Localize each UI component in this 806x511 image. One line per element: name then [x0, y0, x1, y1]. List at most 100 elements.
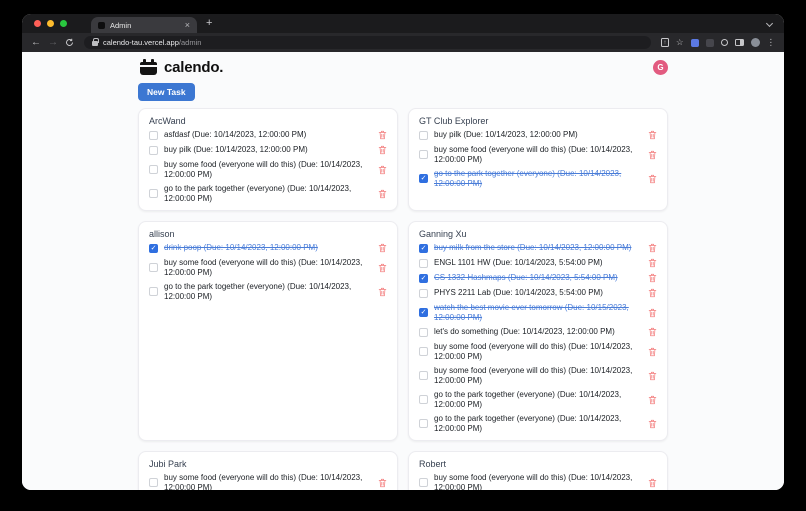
browser-profile-avatar[interactable]: [751, 38, 760, 47]
task-label: buy some food (everyone will do this) (D…: [164, 258, 368, 277]
delete-task-button[interactable]: [648, 288, 657, 298]
delete-task-button[interactable]: [648, 273, 657, 283]
shield-extension-icon[interactable]: [721, 39, 728, 46]
task-checkbox[interactable]: [149, 189, 158, 198]
zoom-window-button[interactable]: [60, 20, 67, 27]
task-checkbox[interactable]: [419, 419, 428, 428]
user-task-card: Robert buy some food (everyone will do t…: [408, 451, 668, 490]
task-checkbox[interactable]: ✓: [419, 274, 428, 283]
share-icon[interactable]: ↑: [661, 38, 669, 47]
user-task-card: GT Club Explorer buy pilk (Due: 10/14/20…: [408, 108, 668, 211]
close-window-button[interactable]: [34, 20, 41, 27]
delete-task-button[interactable]: [378, 243, 387, 253]
task-checkbox[interactable]: [419, 289, 428, 298]
task-checkbox[interactable]: [419, 259, 428, 268]
browser-window: Admin × + ← → calendo-tau.vercel.app/adm…: [22, 14, 784, 490]
delete-task-button[interactable]: [378, 130, 387, 140]
delete-task-button[interactable]: [378, 145, 387, 155]
delete-task-button[interactable]: [648, 327, 657, 337]
task-checkbox[interactable]: ✓: [419, 244, 428, 253]
delete-task-button[interactable]: [648, 243, 657, 253]
delete-task-button[interactable]: [648, 478, 657, 488]
delete-task-button[interactable]: [648, 258, 657, 268]
task-label: go to the park together (everyone) (Due:…: [434, 169, 638, 188]
task-checkbox[interactable]: [419, 131, 428, 140]
task-checkbox[interactable]: ✓: [419, 174, 428, 183]
delete-task-button[interactable]: [648, 174, 657, 184]
task-checkbox[interactable]: [419, 478, 428, 487]
task-label: PHYS 2211 Lab (Due: 10/14/2023, 5:54:00 …: [434, 288, 638, 298]
task-label: buy some food (everyone will do this) (D…: [434, 342, 638, 361]
task-checkbox[interactable]: [149, 263, 158, 272]
delete-task-button[interactable]: [648, 150, 657, 160]
traffic-lights: [34, 20, 67, 27]
task-label: buy pilk (Due: 10/14/2023, 12:00:00 PM): [164, 145, 368, 155]
task-row: buy some food (everyone will do this) (D…: [149, 473, 387, 490]
bookmark-star-icon[interactable]: ☆: [676, 38, 684, 47]
card-owner: Jubi Park: [149, 459, 387, 469]
reload-icon[interactable]: [65, 38, 74, 47]
browser-toolbar: ← → calendo-tau.vercel.app/admin ↑ ☆ ⋮: [22, 33, 784, 52]
task-checkbox[interactable]: [149, 131, 158, 140]
delete-task-button[interactable]: [378, 165, 387, 175]
address-bar[interactable]: calendo-tau.vercel.app/admin: [84, 36, 651, 49]
task-checkbox[interactable]: [149, 478, 158, 487]
task-label: buy some food (everyone will do this) (D…: [164, 473, 368, 490]
delete-task-button[interactable]: [648, 308, 657, 318]
trash-icon: [648, 128, 657, 143]
delete-task-button[interactable]: [648, 347, 657, 357]
task-checkbox[interactable]: [419, 395, 428, 404]
delete-task-button[interactable]: [648, 395, 657, 405]
trash-icon: [648, 172, 657, 187]
extension-icon[interactable]: [691, 39, 699, 47]
menu-kebab-icon[interactable]: ⋮: [767, 38, 776, 47]
pinned-extension-icon[interactable]: [706, 39, 714, 47]
page-body: calendo. G New Task ArcWand asfdasf (Due…: [22, 52, 784, 490]
delete-task-button[interactable]: [378, 189, 387, 199]
trash-icon: [648, 271, 657, 286]
task-checkbox[interactable]: [419, 371, 428, 380]
delete-task-button[interactable]: [378, 263, 387, 273]
task-checkbox[interactable]: [419, 150, 428, 159]
task-checkbox[interactable]: [149, 146, 158, 155]
task-checkbox[interactable]: ✓: [419, 308, 428, 317]
delete-task-button[interactable]: [648, 371, 657, 381]
trash-icon: [648, 286, 657, 301]
task-checkbox[interactable]: [149, 165, 158, 174]
task-label: go to the park together (everyone) (Due:…: [434, 390, 638, 409]
task-label: go to the park together (everyone) (Due:…: [434, 414, 638, 433]
delete-task-button[interactable]: [648, 130, 657, 140]
task-checkbox[interactable]: [149, 287, 158, 296]
task-checkbox[interactable]: [419, 328, 428, 337]
url-path: /admin: [179, 38, 202, 47]
tab-strip: Admin × +: [22, 14, 784, 33]
new-task-button[interactable]: New Task: [138, 83, 195, 101]
browser-tab-admin[interactable]: Admin ×: [91, 17, 197, 33]
task-row: go to the park together (everyone) (Due:…: [149, 184, 387, 203]
task-label: go to the park together (everyone) (Due:…: [164, 282, 368, 301]
tab-close-icon[interactable]: ×: [185, 21, 190, 30]
trash-icon: [378, 261, 387, 276]
back-icon[interactable]: ←: [31, 38, 41, 48]
forward-icon[interactable]: →: [48, 38, 58, 48]
delete-task-button[interactable]: [378, 287, 387, 297]
user-avatar[interactable]: G: [653, 60, 668, 75]
trash-icon: [648, 306, 657, 321]
lock-icon: [92, 41, 98, 46]
tab-search-chevron-icon[interactable]: [766, 20, 773, 27]
delete-task-button[interactable]: [648, 419, 657, 429]
task-checkbox[interactable]: ✓: [149, 244, 158, 253]
trash-icon: [648, 476, 657, 491]
task-row: ✓ buy milk from the store (Due: 10/14/20…: [419, 243, 657, 253]
app-title: calendo.: [164, 59, 223, 76]
user-task-card: allison ✓ drink poop (Due: 10/14/2023, 1…: [138, 221, 398, 441]
task-label: buy milk from the store (Due: 10/14/2023…: [434, 243, 638, 253]
task-row: let's do something (Due: 10/14/2023, 12:…: [419, 327, 657, 337]
minimize-window-button[interactable]: [47, 20, 54, 27]
task-row: go to the park together (everyone) (Due:…: [419, 414, 657, 433]
sidebar-toggle-icon[interactable]: [735, 39, 744, 46]
new-tab-button[interactable]: +: [206, 18, 212, 29]
delete-task-button[interactable]: [378, 478, 387, 488]
task-list: buy pilk (Due: 10/14/2023, 12:00:00 PM) …: [419, 130, 657, 188]
task-checkbox[interactable]: [419, 347, 428, 356]
